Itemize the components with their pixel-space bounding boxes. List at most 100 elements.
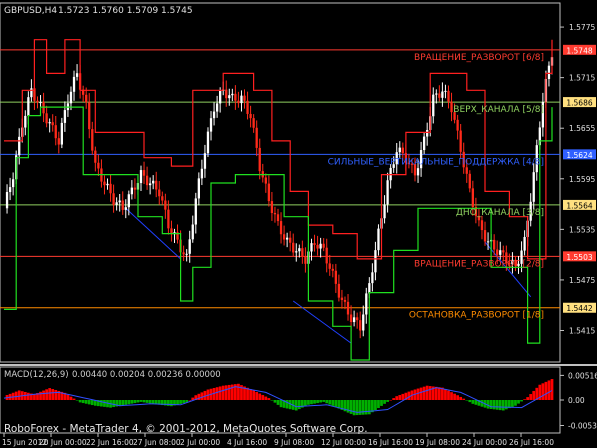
macd-bar-positive [200, 392, 204, 400]
macd-bar-positive [69, 396, 73, 400]
time-axis-label: 4 Jul 16:00 [227, 438, 267, 447]
candle-body-up [365, 293, 368, 315]
macd-bar-positive [529, 394, 533, 400]
candle-body-up [188, 239, 191, 254]
candle-body-down [267, 183, 271, 202]
candle-body-up [231, 93, 234, 96]
candle-body-down [161, 196, 164, 201]
candle-body-up [374, 250, 377, 273]
macd-bar-negative [124, 400, 128, 405]
macd-bar-negative [349, 400, 353, 414]
macd-bar-positive [267, 398, 271, 400]
candle-body-up [523, 236, 526, 251]
macd-values: 0.00440 0.00204 0.00236 0.00000 [72, 370, 221, 380]
macd-bar-negative [139, 400, 143, 402]
macd-bar-positive [450, 392, 453, 400]
macd-bar-positive [255, 391, 259, 400]
candle-body-down [45, 113, 48, 124]
murrey-level-label: ДНО_КАНАЛА [3/8] [456, 208, 544, 218]
candle-body-up [532, 172, 535, 202]
price-axis-label: 1.5655 [569, 124, 595, 133]
price-tag-text: 1.5442 [566, 304, 592, 313]
candle-body-down [225, 89, 228, 99]
price-tag-text: 1.5686 [566, 99, 592, 108]
macd-bar-positive [428, 386, 432, 400]
candle-body-up [200, 168, 204, 179]
macd-bar-positive [459, 396, 463, 400]
symbol-label: GBPUSD,H4 [4, 6, 57, 16]
candle-body-down [331, 268, 334, 271]
macd-bar-positive [246, 387, 249, 400]
macd-bar-positive [224, 385, 228, 400]
murrey-level-label: ВРАЩЕНИЕ_РАЗВОРОТ [6/8] [414, 53, 544, 63]
macd-bar-positive [395, 396, 399, 400]
candle-body-down [401, 147, 404, 154]
candle-body-up [127, 194, 130, 208]
candle-body-down [279, 221, 283, 235]
macd-bar-negative [276, 400, 280, 405]
candle-body-down [264, 177, 267, 184]
candle-body-up [218, 91, 222, 104]
macd-bar-negative [100, 400, 103, 407]
macd-bar-negative [136, 400, 140, 403]
candle-body-down [346, 301, 350, 315]
macd-bar-negative [84, 400, 88, 404]
macd-bar-negative [334, 400, 338, 408]
candle-body-down [91, 129, 94, 151]
candle-body-up [11, 179, 15, 188]
candle-body-up [106, 183, 109, 186]
candle-body-down [316, 244, 319, 249]
macd-bar-negative [474, 400, 478, 405]
macd-bar-negative [310, 400, 313, 405]
candle-body-up [377, 228, 380, 251]
macd-bar-negative [167, 400, 170, 406]
murrey-level-label: ВРАЩЕНИЕ_РАЗВОРОТ [2/8] [414, 259, 544, 269]
price-axis-label: 1.5535 [569, 225, 595, 234]
candle-body-up [295, 251, 298, 253]
macd-bar-positive [249, 389, 252, 400]
price-tag-text: 1.5564 [566, 201, 592, 210]
macd-bar-negative [383, 400, 386, 404]
macd-bar-negative [471, 400, 475, 404]
candle-body-down [243, 95, 246, 101]
time-axis-label: 19 Jul 08:00 [415, 438, 460, 447]
price-tag-text: 1.5624 [566, 151, 592, 160]
candle-body-down [88, 102, 91, 130]
macd-bar-positive [437, 387, 441, 400]
macd-bar-negative [133, 400, 137, 404]
candle-body-up [209, 118, 213, 132]
price-axis-label: 1.5715 [569, 74, 595, 83]
candle-body-down [249, 113, 252, 119]
candle-body-down [85, 94, 88, 103]
macd-bar-positive [447, 390, 450, 400]
macd-bar-negative [498, 400, 502, 411]
macd-bar-negative [127, 400, 131, 405]
candle-body-down [258, 147, 261, 172]
candle-body-up [139, 170, 143, 184]
macd-bar-positive [17, 390, 21, 400]
candle-body-up [383, 204, 386, 219]
candle-body-up [499, 250, 502, 255]
candle-body-down [301, 248, 304, 257]
candle-body-up [362, 314, 365, 331]
macd-params: MACD(12,26,9) [4, 370, 69, 380]
candle-body-down [343, 299, 347, 302]
candle-body-up [441, 91, 444, 98]
candle-body-up [285, 237, 289, 240]
candle-body-down [292, 242, 295, 253]
candle-body-down [112, 193, 115, 205]
candle-body-up [371, 272, 374, 284]
candle-body-up [18, 136, 21, 156]
price-axis-label: 1.5475 [569, 276, 595, 285]
candle-body-down [456, 119, 459, 131]
ohlc-values: 1.5723 1.5760 1.5709 1.5745 [58, 6, 193, 16]
candle-body-down [465, 167, 468, 174]
macd-bar-negative [517, 400, 520, 404]
candle-body-up [486, 241, 490, 243]
time-axis-label: 2 Jul 00:00 [180, 438, 220, 447]
macd-bar-positive [188, 400, 192, 401]
macd-bar-negative [501, 400, 505, 411]
macd-bar-negative [142, 400, 146, 403]
macd-bar-negative [468, 400, 472, 403]
candle-body-down [282, 234, 286, 240]
